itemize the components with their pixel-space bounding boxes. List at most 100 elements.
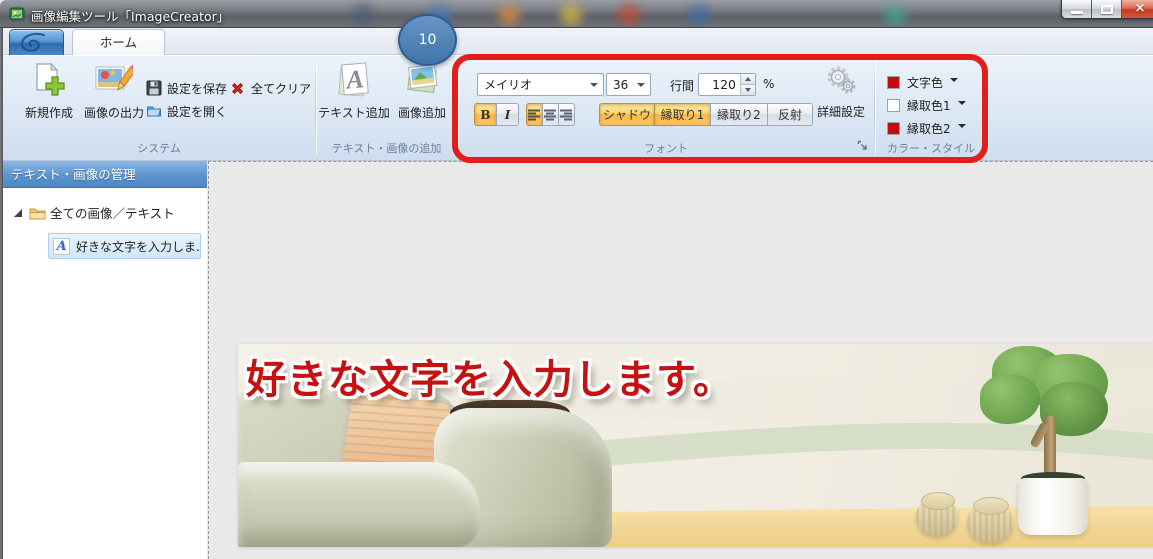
advanced-settings-button[interactable]: 詳細設定 xyxy=(809,65,873,120)
line-spacing-label: 行間 xyxy=(670,79,695,93)
sidebar-header: テキスト・画像の管理 xyxy=(3,161,207,188)
outline-color2-swatch xyxy=(887,122,900,135)
add-text-button[interactable]: A テキスト追加 xyxy=(318,61,390,121)
save-settings-label: 設定を保存 xyxy=(167,81,228,96)
application-menu-button[interactable] xyxy=(9,29,64,55)
add-image-button[interactable]: 画像追加 xyxy=(390,61,454,121)
group-label-system: システム xyxy=(137,142,181,155)
svg-text:A: A xyxy=(343,64,365,95)
chevron-down-icon xyxy=(637,83,645,87)
triangle-down-icon xyxy=(745,88,751,92)
group-label-color-style: カラー・スタイル xyxy=(887,142,975,155)
image-output-button[interactable]: 画像の出力 xyxy=(79,62,149,121)
open-settings-button[interactable]: 設定を開く xyxy=(146,101,227,121)
effect-outline1-button[interactable]: 縁取り1 xyxy=(654,103,711,126)
font-size-select[interactable]: 36 xyxy=(606,73,651,96)
effect-shadow-button[interactable]: シャドウ xyxy=(599,103,655,126)
chevron-down-icon xyxy=(590,83,598,87)
clear-all-label: 全てクリア xyxy=(251,81,312,96)
ribbon-tab-row: ホーム xyxy=(3,28,1153,55)
align-right-icon xyxy=(560,109,572,120)
sofa-seat-cushion xyxy=(238,462,480,547)
new-button-label: 新規作成 xyxy=(24,106,73,120)
save-settings-button[interactable]: 設定を保存 xyxy=(146,78,227,98)
maximize-button[interactable] xyxy=(1092,0,1122,18)
red-cross-icon xyxy=(231,82,244,94)
stepper-down-button[interactable] xyxy=(741,85,755,95)
titlebar[interactable]: 画像編集ツール「ImageCreator」 × xyxy=(0,0,1153,28)
photo-stack-icon xyxy=(407,63,438,94)
new-document-plus-icon xyxy=(36,62,65,96)
font-size-value: 36 xyxy=(613,77,629,92)
group-separator xyxy=(987,60,988,155)
app-window: 画像編集ツール「ImageCreator」 × ホーム 新規作成 画像の出力 設… xyxy=(0,0,1153,559)
page-letter-a-icon: A xyxy=(338,62,369,97)
window-controls: × xyxy=(1061,0,1153,19)
alignment-group xyxy=(526,103,575,126)
close-icon: × xyxy=(1134,1,1146,16)
line-spacing-value: 120 xyxy=(712,77,736,92)
ribbon-group-system: 新規作成 画像の出力 設定を保存 設定を開く 全てクリア システム xyxy=(3,55,315,160)
font-family-select[interactable]: メイリオ xyxy=(477,73,604,96)
ribbon-group-color-style: 文字色 縁取色1 縁取色2 カラー・スタイル xyxy=(875,55,987,160)
chevron-down-icon xyxy=(950,77,959,82)
bold-button[interactable]: B xyxy=(474,103,497,126)
editor-canvas[interactable]: 好きな文字を入力します。 xyxy=(208,161,1153,559)
align-right-button[interactable] xyxy=(558,103,575,126)
woven-jar xyxy=(916,492,958,536)
outline-color2-button[interactable]: 縁取色2 xyxy=(887,121,966,136)
text-color-swatch xyxy=(887,76,900,89)
outline-color2-label: 縁取色2 xyxy=(907,122,951,136)
minimize-button[interactable] xyxy=(1062,0,1092,18)
text-color-label: 文字色 xyxy=(907,76,944,90)
tree-root-all-items[interactable]: 全ての画像／テキスト xyxy=(3,204,207,224)
effect-reflection-button[interactable]: 反射 xyxy=(767,103,813,126)
open-settings-label: 設定を開く xyxy=(167,104,228,119)
window-title: 画像編集ツール「ImageCreator」 xyxy=(31,9,230,24)
banner-image[interactable]: 好きな文字を入力します。 xyxy=(238,344,1153,547)
gears-icon xyxy=(827,66,856,94)
stepper-buttons xyxy=(740,74,755,95)
new-button[interactable]: 新規作成 xyxy=(14,62,84,121)
tree-root-label: 全ての画像／テキスト xyxy=(50,206,175,221)
effect-outline2-button[interactable]: 縁取り2 xyxy=(710,103,768,126)
ribbon: 新規作成 画像の出力 設定を保存 設定を開く 全てクリア システム A テキスト… xyxy=(3,55,1153,161)
sidebar: テキスト・画像の管理 全ての画像／テキスト A 好きな文字を入力しま.. xyxy=(3,161,207,559)
minimize-icon xyxy=(1071,11,1083,14)
align-center-button[interactable] xyxy=(542,103,559,126)
chevron-down-icon xyxy=(957,123,966,128)
add-text-label: テキスト追加 xyxy=(318,106,390,120)
tab-home[interactable]: ホーム xyxy=(72,29,165,55)
tree-expander-icon[interactable] xyxy=(14,209,22,217)
app-icon xyxy=(9,6,25,26)
open-folder-icon xyxy=(147,106,162,117)
close-button[interactable]: × xyxy=(1122,0,1153,18)
text-color-button[interactable]: 文字色 xyxy=(887,75,959,90)
align-left-icon xyxy=(528,109,540,120)
stepper-up-button[interactable] xyxy=(741,74,755,85)
banner-text-object[interactable]: 好きな文字を入力します。 xyxy=(246,347,734,405)
annotation-step-badge: 10 xyxy=(398,14,457,66)
triangle-up-icon xyxy=(745,77,751,81)
group-label-font: フォント xyxy=(644,142,688,155)
align-left-button[interactable] xyxy=(526,103,543,126)
group-label-add: テキスト・画像の追加 xyxy=(331,142,442,155)
italic-button[interactable]: I xyxy=(496,103,519,126)
woven-jar xyxy=(967,497,1013,543)
line-spacing-stepper[interactable]: 120 xyxy=(698,73,756,96)
font-family-value: メイリオ xyxy=(484,78,533,92)
clear-all-button[interactable]: 全てクリア xyxy=(229,78,311,98)
white-plant-pot xyxy=(1018,478,1088,535)
add-image-label: 画像追加 xyxy=(397,106,446,120)
outline-color1-swatch xyxy=(887,99,900,112)
photo-pencil-icon xyxy=(95,64,138,91)
maximize-icon xyxy=(1101,5,1113,14)
tree-item-label: 好きな文字を入力しま.. xyxy=(76,239,200,254)
percent-label: % xyxy=(763,77,775,91)
chevron-down-icon xyxy=(957,100,966,105)
tree-item-text-object[interactable]: A 好きな文字を入力しま.. xyxy=(48,233,201,259)
outline-color1-button[interactable]: 縁取色1 xyxy=(887,98,966,113)
ribbon-group-font: メイリオ 36 行間 120 % B I シャドウ 縁取り1 縁取り2 反射 詳… xyxy=(458,55,874,160)
bold-italic-group: B I xyxy=(474,103,519,126)
floppy-disk-icon xyxy=(146,80,162,96)
